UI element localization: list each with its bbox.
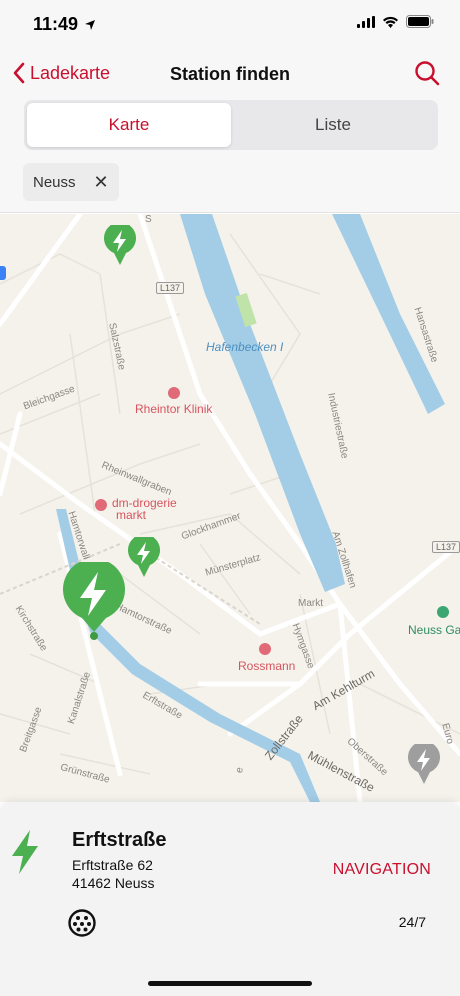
- type2-plug-icon: [68, 909, 96, 937]
- transit-icon[interactable]: [0, 266, 6, 280]
- charging-marker-selected[interactable]: [62, 562, 126, 642]
- chevron-left-icon: [13, 62, 25, 84]
- station-street: Erftstraße 62: [72, 857, 153, 873]
- road-shield: L137: [156, 282, 185, 294]
- poi-drugstore-label-2: markt: [116, 508, 146, 522]
- back-button[interactable]: Ladekarte: [12, 62, 110, 84]
- status-icons: [357, 15, 434, 28]
- location-filter-chip[interactable]: Neuss ✕: [23, 163, 119, 201]
- home-indicator: [148, 981, 312, 986]
- tab-karte[interactable]: Karte: [27, 103, 231, 147]
- status-bar: 11:49: [0, 0, 460, 50]
- station-detail-card[interactable]: Erftstraße Erftstraße 62 41462 Neuss NAV…: [0, 802, 460, 996]
- battery-icon: [406, 15, 434, 28]
- road-shield: L137: [432, 541, 460, 553]
- cellular-signal-icon: [357, 15, 375, 28]
- view-segmented-control: Karte Liste: [24, 100, 438, 150]
- poi-neuss-gal-label: Neuss Gal: [408, 623, 460, 637]
- charging-marker-north[interactable]: [104, 225, 136, 265]
- charging-bolt-icon: [12, 830, 38, 874]
- navigation-button[interactable]: NAVIGATION: [333, 861, 431, 879]
- navigation-bar: Ladekarte Station finden: [0, 50, 460, 100]
- water-label: Hafenbecken I: [206, 340, 284, 354]
- status-time: 11:49: [33, 14, 79, 34]
- poi-clinic-label: Rheintor Klinik: [135, 402, 213, 416]
- tab-liste[interactable]: Liste: [231, 103, 435, 147]
- back-button-label: Ladekarte: [30, 62, 111, 83]
- station-name: Erftstraße: [72, 829, 167, 851]
- station-city: 41462 Neuss: [72, 875, 155, 891]
- close-icon[interactable]: ✕: [94, 172, 109, 193]
- station-map[interactable]: L137 L137 Hafenbecken I Rheintor Klinik …: [0, 214, 460, 802]
- filter-chip-label: Neuss: [33, 173, 76, 191]
- poi-rossmann-label: Rossmann: [238, 659, 296, 673]
- street-label: S: [145, 214, 152, 225]
- charging-marker-glockhammer[interactable]: [128, 537, 160, 577]
- charging-marker-east[interactable]: [408, 744, 440, 784]
- wifi-icon: [383, 16, 398, 28]
- search-icon: [415, 61, 440, 86]
- view-filter-area: Karte Liste Neuss ✕: [0, 100, 460, 213]
- street-label: Markt: [298, 598, 323, 609]
- opening-hours: 24/7: [398, 914, 426, 930]
- search-button[interactable]: [414, 60, 440, 91]
- location-arrow-icon: [85, 20, 95, 30]
